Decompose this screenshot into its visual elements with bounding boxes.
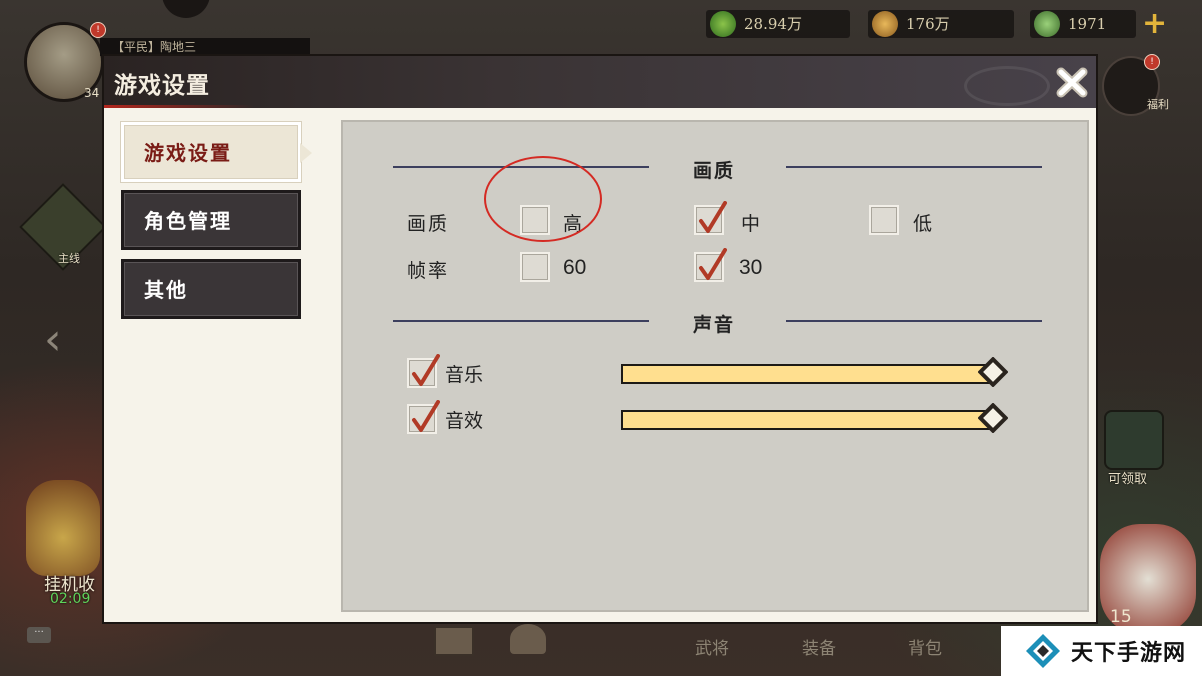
- dialog-title: 游戏设置: [114, 72, 210, 99]
- resource-pouch: 1971: [1030, 10, 1136, 38]
- dialog-header: 游戏设置: [104, 56, 1096, 108]
- quality-divider-left: [393, 166, 649, 168]
- idle-reward-timer: 02:09: [50, 591, 91, 607]
- header-swirl-decoration: [964, 66, 1050, 106]
- resource-copper: 176万: [868, 10, 1014, 38]
- tab-role-management[interactable]: 角色管理: [121, 190, 301, 250]
- sfx-volume-fill: [623, 412, 993, 428]
- sfx-label: 音效: [445, 410, 484, 432]
- copper-coin-icon: [872, 11, 898, 37]
- welfare-label: 福利: [1147, 98, 1169, 111]
- avatar-alert-badge: !: [90, 22, 106, 38]
- close-button[interactable]: [1052, 62, 1092, 102]
- sound-divider-left: [393, 320, 649, 322]
- nav-generals[interactable]: 武将: [695, 634, 729, 659]
- tab-other-label: 其他: [144, 278, 188, 302]
- sound-divider-right: [786, 320, 1042, 322]
- framerate-60-label: 60: [563, 256, 587, 279]
- music-slider-handle-icon[interactable]: [978, 357, 1008, 387]
- checkmark-icon: [699, 201, 727, 233]
- watermark-text: 天下手游网: [1071, 641, 1187, 666]
- close-icon: [1056, 67, 1088, 98]
- quality-high-checkbox[interactable]: [520, 205, 550, 235]
- quality-divider-right: [786, 166, 1042, 168]
- sound-section-title: 声音: [693, 314, 736, 336]
- framerate-60-checkbox[interactable]: [520, 252, 550, 282]
- checkmark-icon: [412, 400, 440, 432]
- quality-low-label: 低: [913, 213, 933, 235]
- resource-pouch-value: 1971: [1068, 15, 1107, 33]
- nav-backpack[interactable]: 背包: [908, 634, 942, 659]
- framerate-30-checkbox[interactable]: [694, 248, 727, 282]
- tab-role-management-label: 角色管理: [144, 209, 232, 233]
- tab-other[interactable]: 其他: [121, 259, 301, 319]
- quality-medium-checkbox[interactable]: [694, 201, 727, 235]
- welfare-alert-badge: !: [1144, 54, 1160, 70]
- quality-high-label: 高: [563, 213, 583, 235]
- claimable-reward-label: 可领取: [1108, 472, 1148, 487]
- music-volume-fill: [623, 366, 993, 382]
- chevron-left-icon[interactable]: ‹: [44, 318, 62, 362]
- main-quest-label: 主线: [58, 252, 80, 265]
- quality-section-title: 画质: [693, 160, 736, 182]
- quality-row-label: 画质: [407, 213, 450, 235]
- event-count: 15: [1110, 607, 1132, 627]
- resource-copper-value: 176万: [906, 15, 950, 33]
- checkmark-icon: [412, 354, 440, 386]
- add-currency-plus-icon[interactable]: +: [1142, 9, 1167, 39]
- jade-coin-icon: [710, 11, 736, 37]
- quality-medium-label: 中: [741, 213, 761, 235]
- music-label: 音乐: [445, 364, 484, 386]
- green-pouch-icon: [1034, 11, 1060, 37]
- framerate-30-label: 30: [739, 256, 763, 279]
- sfx-slider-handle-icon[interactable]: [978, 403, 1008, 433]
- idle-reward-bag-icon[interactable]: [26, 480, 100, 576]
- settings-panel: 画质 画质 高 中 低 帧率 60 30 声音 音乐 音效: [341, 120, 1089, 612]
- team-icon[interactable]: [510, 624, 546, 654]
- site-watermark: 天下手游网: [1001, 626, 1202, 676]
- sfx-volume-slider[interactable]: [621, 403, 1008, 433]
- checkmark-icon: [699, 248, 727, 280]
- active-tab-arrow-icon: [300, 143, 312, 163]
- resource-jade: 28.94万: [706, 10, 850, 38]
- settings-dialog: 游戏设置 游戏设置 角色管理 其他 画质 画质 高 中 低 帧率 60 30 声…: [102, 54, 1098, 624]
- mail-icon[interactable]: [434, 626, 474, 656]
- tab-game-settings[interactable]: 游戏设置: [121, 122, 312, 182]
- chat-bubble-icon[interactable]: ···: [27, 627, 51, 643]
- claimable-reward-icon[interactable]: [1104, 410, 1164, 470]
- tab-game-settings-label: 游戏设置: [144, 141, 232, 165]
- music-volume-slider[interactable]: [621, 357, 1008, 387]
- avatar-level: 34: [84, 86, 100, 100]
- sfx-checkbox[interactable]: [407, 400, 440, 434]
- framerate-row-label: 帧率: [407, 260, 450, 282]
- nav-equipment[interactable]: 装备: [802, 634, 836, 659]
- quality-low-checkbox[interactable]: [869, 205, 899, 235]
- resource-jade-value: 28.94万: [744, 15, 802, 33]
- music-checkbox[interactable]: [407, 354, 440, 388]
- diamond-logo-icon: [1026, 634, 1060, 668]
